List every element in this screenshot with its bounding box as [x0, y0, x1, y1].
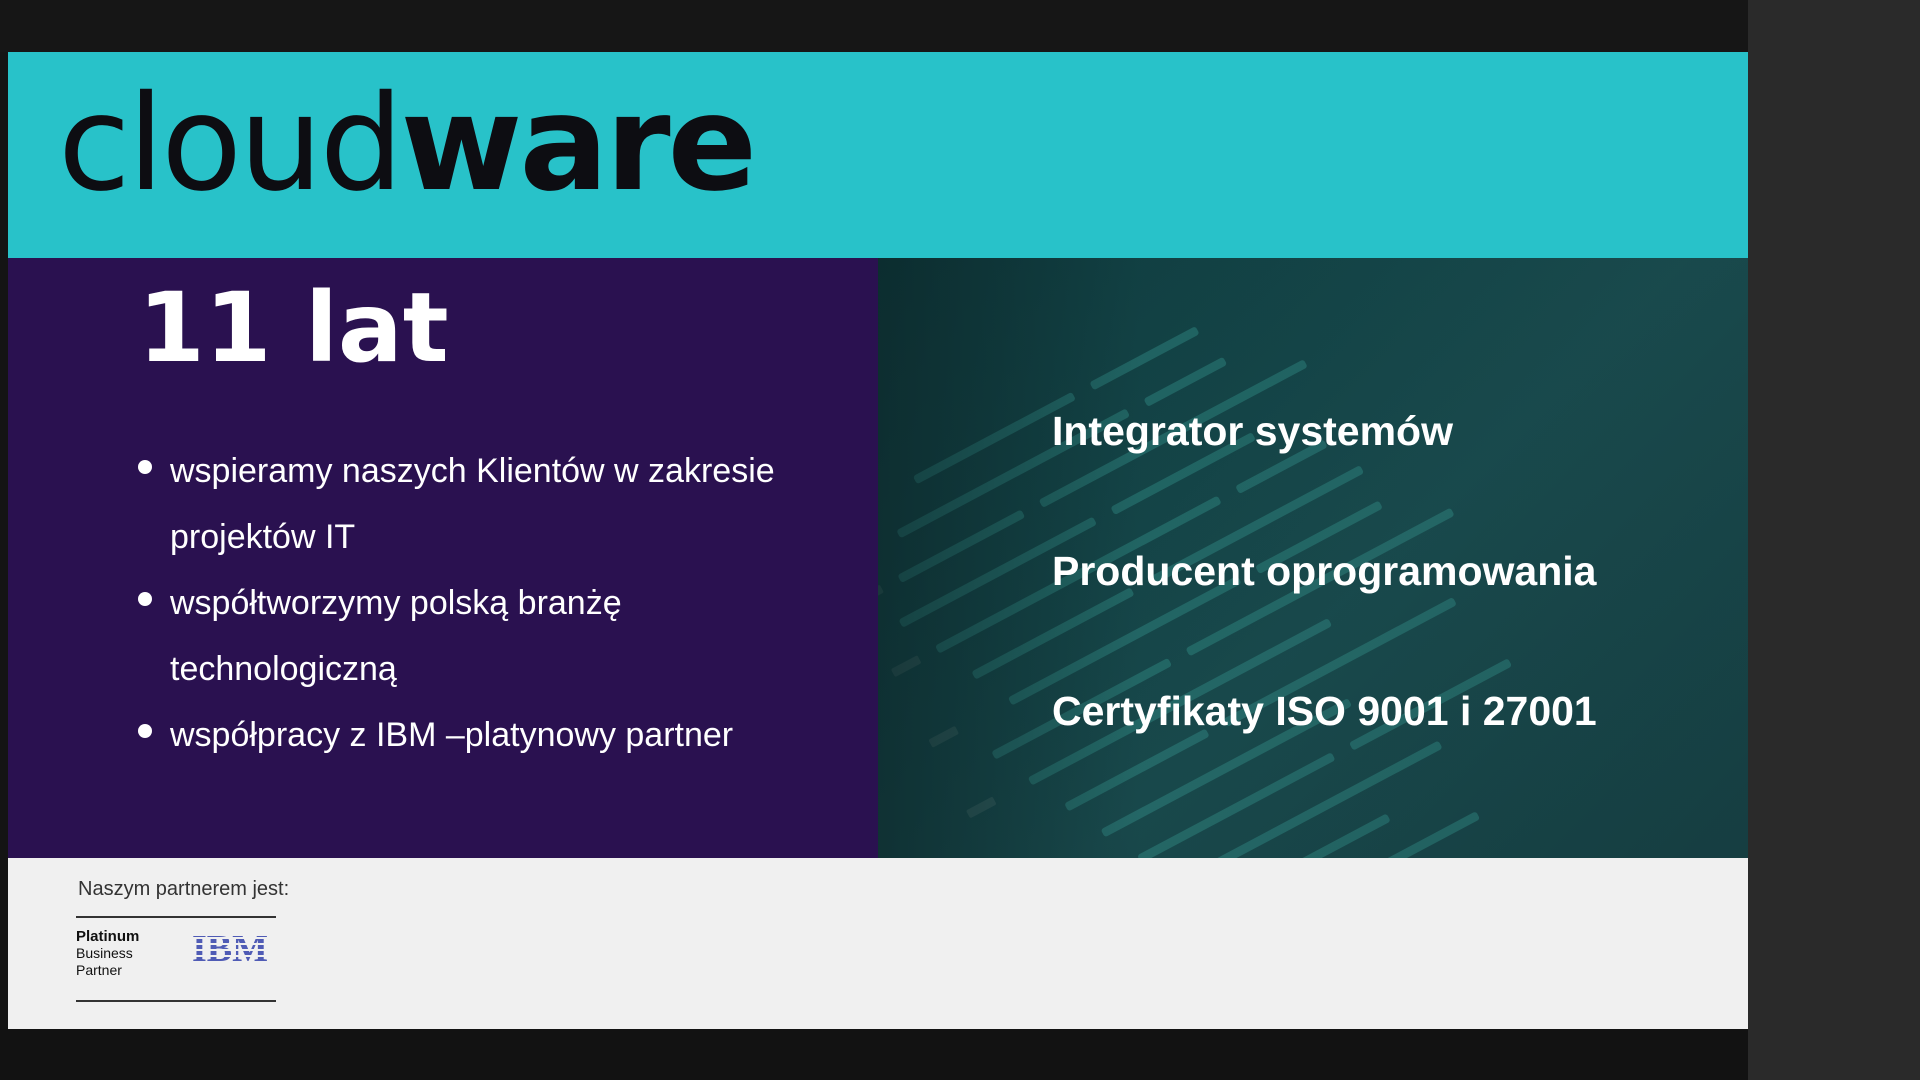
logo-light-part: cloud: [58, 67, 403, 221]
divider-bottom: [76, 1000, 276, 1002]
feature-producer: Producent oprogramowania: [1052, 548, 1597, 594]
badge-line-partner: Partner: [76, 962, 122, 978]
bullet-item: współtworzymy polską branżę technologicz…: [134, 570, 854, 702]
badge-line-business: Business: [76, 945, 133, 961]
bullet-dot-icon: [138, 460, 152, 474]
bullet-item: wspieramy naszych Klientów w zakresie pr…: [134, 438, 854, 570]
feature-integrator: Integrator systemów: [1052, 408, 1453, 454]
partner-label: Naszym partnerem jest:: [78, 878, 290, 900]
right-side-strip: [1748, 0, 1920, 1080]
right-code-panel: Integrator systemów Producent oprogramow…: [878, 258, 1748, 858]
badge-line-platinum: Platinum: [76, 928, 140, 945]
slide-header-band: cloudware: [8, 52, 1748, 258]
cloudware-logo: cloudware: [58, 78, 757, 210]
logo-bold-part: ware: [400, 67, 757, 221]
bottom-letterbox: [0, 1029, 1748, 1080]
ibm-logo-text: IBM: [192, 928, 268, 968]
bullet-text: współtworzymy polską branżę technologicz…: [170, 584, 622, 688]
ibm-logo-icon: IBM: [188, 928, 284, 968]
bullet-list: wspieramy naszych Klientów w zakresie pr…: [134, 438, 854, 768]
bullet-text: wspieramy naszych Klientów w zakresie pr…: [170, 452, 775, 556]
feature-certificates: Certyfikaty ISO 9001 i 27001: [1052, 688, 1597, 734]
slide-footer: Naszym partnerem jest: Platinum Business…: [8, 858, 1748, 1029]
left-content-panel: 11 lat wspieramy naszych Klientów w zakr…: [8, 258, 878, 858]
divider-top: [76, 916, 276, 918]
slide-title: 11 lat: [138, 272, 449, 384]
bullet-text: współpracy z IBM –platynowy partner: [170, 716, 734, 754]
bullet-item: współpracy z IBM –platynowy partner: [134, 702, 854, 768]
top-letterbox: [0, 0, 1748, 52]
bullet-dot-icon: [138, 724, 152, 738]
presentation-slide: cloudware 11 lat wspieramy naszych Klien…: [8, 52, 1748, 1029]
bullet-dot-icon: [138, 592, 152, 606]
platinum-badge: Platinum Business Partner: [76, 928, 139, 979]
